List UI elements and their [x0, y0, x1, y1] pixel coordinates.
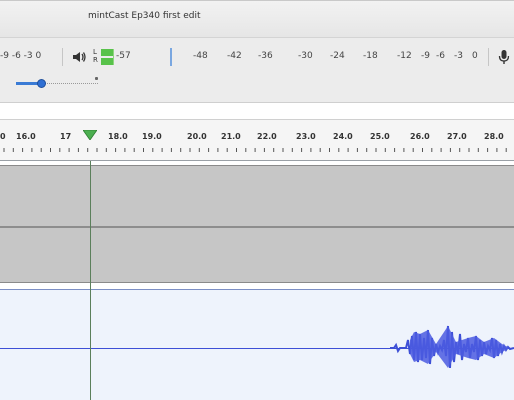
- slider-end-marker: [95, 77, 98, 80]
- meter-toolbar: -9 -6 -3 0 LR -57 -48 -42 -36 -30 -24 -1…: [0, 37, 514, 103]
- meter-scale-tick: -9: [421, 51, 430, 61]
- audio-track-selected[interactable]: [0, 289, 514, 400]
- title-bar: mintCast Ep340 first edit: [0, 1, 514, 37]
- meter-scale-tick: -30: [298, 51, 313, 61]
- meter-scale-tick: -48: [193, 51, 208, 61]
- meter-scale-tick: -3: [454, 51, 463, 61]
- play-region-pin-icon[interactable]: [83, 130, 97, 140]
- ruler-label: 20.0: [187, 132, 207, 141]
- meter-scale-tick: -6: [436, 51, 445, 61]
- playback-speed-slider[interactable]: [0, 74, 140, 94]
- tracks-area[interactable]: [0, 161, 514, 400]
- meter-cursor: [170, 48, 172, 66]
- ruler-label: 19.0: [142, 132, 162, 141]
- playhead-cursor[interactable]: [90, 161, 91, 400]
- playback-meter-scale[interactable]: -9 -6 -3 0: [0, 51, 41, 61]
- channel-divider: [0, 226, 514, 228]
- microphone-icon[interactable]: [497, 49, 511, 65]
- meter-scale-tick: -36: [258, 51, 273, 61]
- recording-meter-value: -57: [116, 51, 131, 61]
- ruler-label: 23.0: [296, 132, 316, 141]
- meter-scale-tick: -18: [363, 51, 378, 61]
- audacity-window: mintCast Ep340 first edit -9 -6 -3 0 LR …: [0, 0, 514, 400]
- ruler-label: 26.0: [410, 132, 430, 141]
- meter-scale-tick: -24: [330, 51, 345, 61]
- waveform-clip: [390, 325, 514, 369]
- ruler-label: 18.0: [108, 132, 128, 141]
- meter-left-channel: [101, 49, 113, 56]
- ruler-label: 0: [0, 132, 6, 141]
- meter-scale-tick: -12: [397, 51, 412, 61]
- recording-level-bar: [101, 49, 114, 65]
- ruler-label: 28.0: [484, 132, 504, 141]
- slider-thumb[interactable]: [37, 79, 46, 88]
- timeline-ruler[interactable]: 0 16.0 17 18.0 19.0 20.0 21.0 22.0 23.0 …: [0, 119, 514, 161]
- ruler-label: 17: [60, 132, 72, 141]
- meter-row: -9 -6 -3 0 LR -57 -48 -42 -36 -30 -24 -1…: [0, 46, 514, 68]
- ruler-label: 25.0: [370, 132, 390, 141]
- ruler-ticks: [3, 148, 507, 152]
- meter-right-channel: [101, 58, 113, 65]
- meter-peak-mark: [113, 49, 114, 65]
- ruler-label: 21.0: [221, 132, 241, 141]
- stereo-track-unselected[interactable]: [0, 165, 514, 283]
- toolbar-separator: [488, 48, 489, 66]
- meter-scale-tick: -42: [227, 51, 242, 61]
- ruler-label: 24.0: [333, 132, 353, 141]
- ruler-label: 27.0: [447, 132, 467, 141]
- meter-scale-tick: 0: [472, 51, 478, 61]
- meter-channel-labels: LR: [93, 48, 98, 64]
- toolbar-separator: [62, 48, 63, 66]
- window-title: mintCast Ep340 first edit: [88, 11, 201, 21]
- ruler-label: 16.0: [16, 132, 36, 141]
- ruler-label: 22.0: [257, 132, 277, 141]
- speaker-icon[interactable]: [71, 49, 87, 65]
